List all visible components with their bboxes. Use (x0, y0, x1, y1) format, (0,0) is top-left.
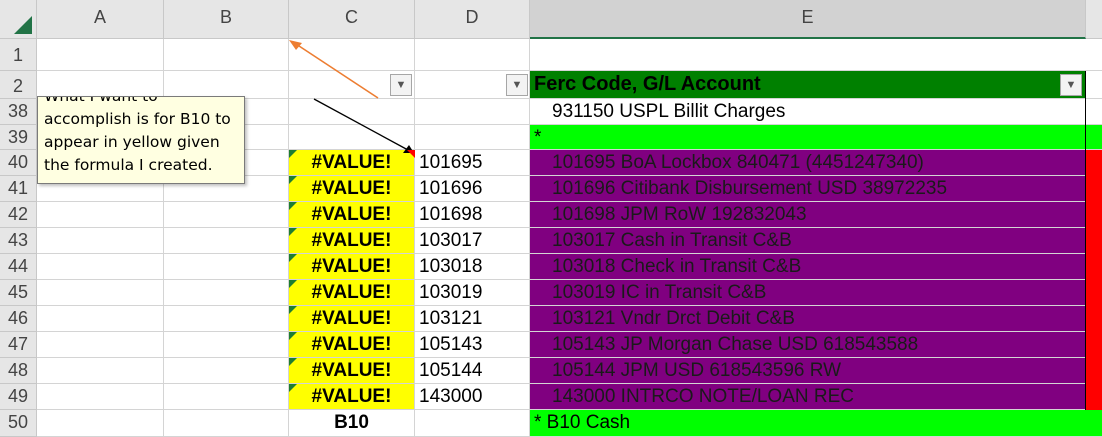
spreadsheet-grid: A B C D E 1 2 38 39 40 41 42 43 44 45 46… (0, 0, 1102, 437)
comment-indicator-icon (407, 150, 415, 158)
comment-arrows (289, 40, 415, 158)
orange-arrow-line (295, 43, 379, 99)
comment-pointer-line (313, 98, 409, 151)
orange-arrowhead-icon (289, 40, 302, 50)
